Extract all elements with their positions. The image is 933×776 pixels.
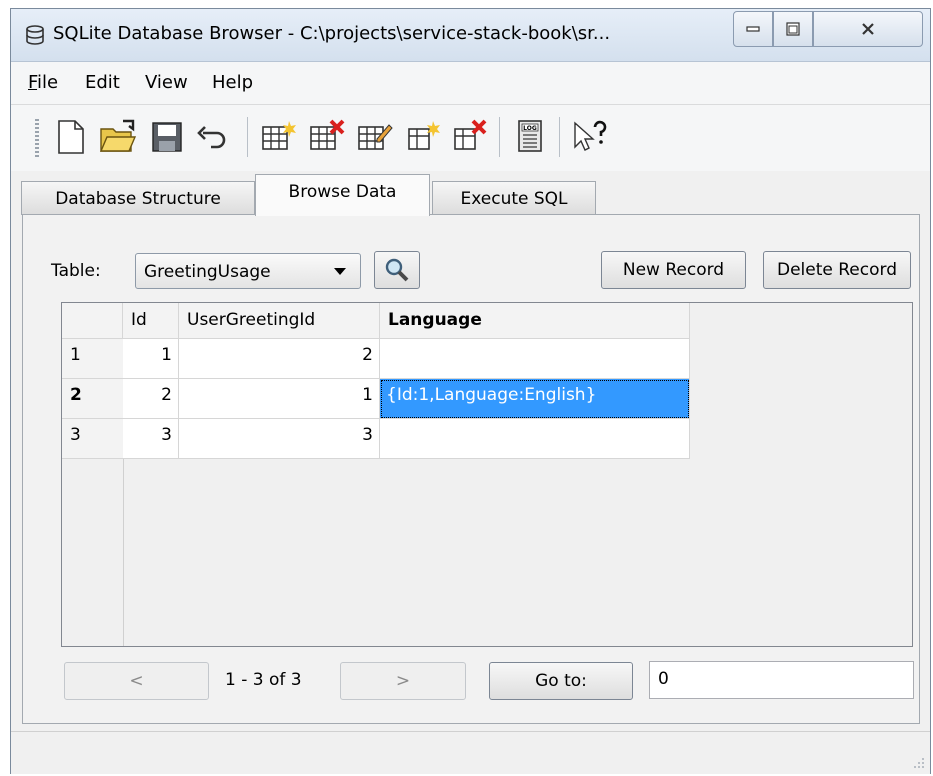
toolbar-separator: [499, 117, 500, 157]
title-bar[interactable]: SQLite Database Browser - C:\projects\se…: [11, 9, 930, 62]
column-header-language[interactable]: Language: [380, 303, 690, 339]
create-table-icon[interactable]: [257, 115, 299, 159]
next-page-button[interactable]: >: [340, 662, 466, 700]
table-cell[interactable]: 1: [123, 339, 179, 379]
table-cell[interactable]: 2: [179, 339, 380, 379]
open-database-icon[interactable]: [97, 115, 139, 159]
menu-help[interactable]: Help: [212, 72, 253, 93]
close-button[interactable]: [813, 11, 923, 47]
menu-file[interactable]: File: [28, 72, 58, 93]
column-header-id[interactable]: Id: [123, 303, 179, 339]
tab-strip: Database Structure Browse Data Execute S…: [11, 173, 930, 216]
toolbar-separator: [559, 117, 560, 157]
row-header[interactable]: 3: [62, 419, 123, 459]
delete-index-icon[interactable]: [447, 115, 489, 159]
table-cell[interactable]: [380, 339, 690, 379]
table-label: Table:: [51, 261, 101, 281]
magnifier-icon: [385, 258, 409, 282]
save-icon[interactable]: [145, 115, 187, 159]
go-to-button[interactable]: Go to:: [489, 662, 633, 700]
table-cell[interactable]: 1: [179, 379, 380, 419]
menu-bar: File Edit View Help: [11, 62, 930, 105]
tab-execute-sql[interactable]: Execute SQL: [432, 181, 596, 215]
row-header[interactable]: 1: [62, 339, 123, 379]
tab-browse-data[interactable]: Browse Data: [255, 174, 430, 216]
table-cell[interactable]: 2: [123, 379, 179, 419]
new-record-button[interactable]: New Record: [601, 251, 746, 289]
app-window: SQLite Database Browser - C:\projects\se…: [10, 8, 931, 774]
minimize-button[interactable]: [733, 11, 773, 47]
whats-this-icon[interactable]: [567, 115, 609, 159]
search-button[interactable]: [374, 251, 420, 289]
data-grid[interactable]: Id UserGreetingId Language 1 1 2 2 2 1 {…: [61, 302, 913, 647]
minimize-icon: [746, 26, 760, 32]
table-cell[interactable]: 3: [123, 419, 179, 459]
previous-page-button[interactable]: <: [64, 662, 209, 700]
toolbar: LOG: [11, 105, 930, 171]
chevron-down-icon: [334, 268, 346, 275]
new-database-icon[interactable]: [49, 115, 91, 159]
undo-icon[interactable]: [191, 115, 233, 159]
table-select[interactable]: GreetingUsage: [135, 253, 361, 289]
table-select-value: GreetingUsage: [144, 262, 271, 282]
sql-log-icon[interactable]: LOG: [509, 115, 551, 159]
maximize-icon: [786, 22, 800, 36]
toolbar-separator: [247, 117, 248, 157]
table-cell[interactable]: [380, 419, 690, 459]
toolbar-grip[interactable]: [35, 119, 39, 159]
create-index-icon[interactable]: [401, 115, 443, 159]
goto-row-input[interactable]: 0: [649, 661, 914, 699]
delete-table-icon[interactable]: [305, 115, 347, 159]
maximize-button[interactable]: [773, 11, 813, 47]
menu-view[interactable]: View: [145, 72, 188, 93]
table-cell[interactable]: 3: [179, 419, 380, 459]
status-bar: [11, 731, 930, 774]
database-icon: [25, 25, 45, 45]
delete-record-button[interactable]: Delete Record: [763, 251, 911, 289]
resize-grip-icon[interactable]: [912, 756, 926, 770]
tab-database-structure[interactable]: Database Structure: [21, 181, 255, 215]
selected-cell[interactable]: {Id:1,Language:English}: [380, 379, 690, 419]
page-info: 1 - 3 of 3: [225, 670, 302, 690]
browse-data-panel: Table: GreetingUsage New Record Delete R…: [22, 214, 920, 724]
menu-edit[interactable]: Edit: [85, 72, 120, 93]
window-title: SQLite Database Browser - C:\projects\se…: [53, 23, 611, 44]
modify-table-icon[interactable]: [353, 115, 395, 159]
grid-corner[interactable]: [62, 303, 123, 339]
column-header-usergreetingid[interactable]: UserGreetingId: [179, 303, 380, 339]
row-header[interactable]: 2: [62, 379, 123, 419]
close-icon: [862, 23, 874, 35]
svg-text:LOG: LOG: [523, 125, 537, 132]
